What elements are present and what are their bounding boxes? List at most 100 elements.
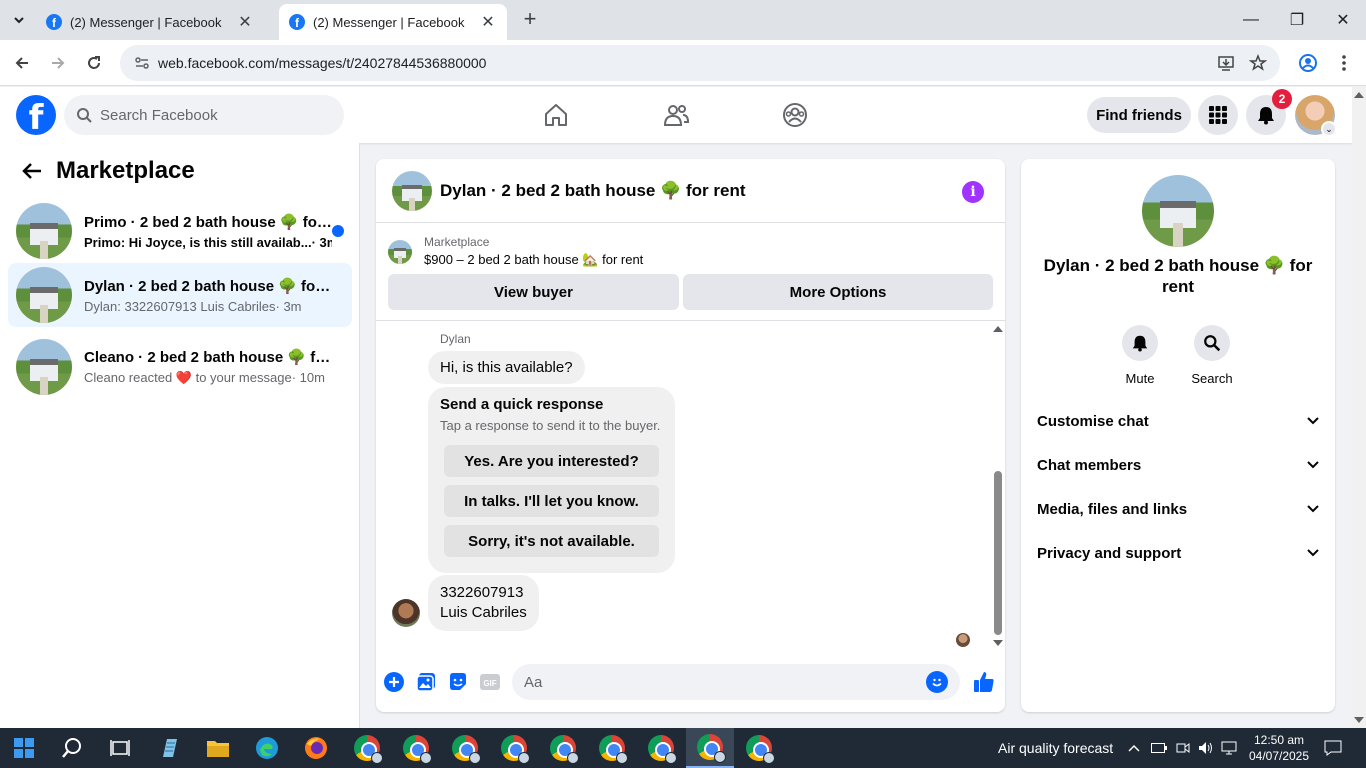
taskbar-app-notepad[interactable] bbox=[145, 728, 193, 768]
mute-action[interactable]: Mute bbox=[1110, 325, 1170, 386]
scroll-down-icon[interactable] bbox=[993, 640, 1003, 646]
message-input-box[interactable] bbox=[512, 664, 960, 700]
reload-button[interactable] bbox=[82, 51, 106, 75]
gif-icon[interactable]: GIF bbox=[479, 671, 501, 693]
facebook-search-input[interactable] bbox=[100, 106, 320, 124]
browser-tab[interactable]: f (2) Messenger | Facebook ✕ bbox=[36, 4, 264, 40]
home-icon bbox=[545, 104, 567, 126]
search-action[interactable]: Search bbox=[1182, 325, 1242, 386]
profile-button[interactable] bbox=[1296, 51, 1320, 75]
menu-button[interactable] bbox=[1198, 95, 1238, 135]
windows-logo-icon bbox=[14, 738, 34, 758]
sender-avatar[interactable] bbox=[392, 599, 420, 627]
listing-detail: $900 – 2 bed 2 bath house 🏡 for rent bbox=[424, 252, 644, 267]
weather-widget[interactable]: Air quality forecast bbox=[998, 740, 1113, 756]
forward-button[interactable] bbox=[46, 51, 70, 75]
notification-center-icon[interactable] bbox=[1322, 740, 1344, 756]
quick-response-option[interactable]: In talks. I'll let you know. bbox=[444, 485, 659, 517]
network-icon[interactable] bbox=[1220, 740, 1238, 756]
message-composer: GIF bbox=[376, 659, 1005, 707]
message-scrollbar[interactable] bbox=[990, 321, 1005, 651]
view-buyer-button[interactable]: View buyer bbox=[388, 274, 679, 310]
photo-icon[interactable] bbox=[415, 671, 437, 693]
quick-response-option[interactable]: Yes. Are you interested? bbox=[444, 445, 659, 477]
taskbar-app-chrome[interactable] bbox=[441, 728, 489, 768]
close-tab-icon[interactable]: ✕ bbox=[236, 13, 254, 31]
install-app-button[interactable] bbox=[1214, 51, 1238, 75]
start-button[interactable] bbox=[0, 728, 48, 768]
chat-members-section[interactable]: Chat members bbox=[1029, 443, 1327, 487]
back-button[interactable] bbox=[10, 51, 34, 75]
taskbar-app-file-explorer[interactable] bbox=[194, 728, 242, 768]
close-tab-icon[interactable]: ✕ bbox=[479, 13, 497, 31]
chrome-icon bbox=[746, 735, 775, 764]
taskbar-app-chrome[interactable] bbox=[490, 728, 538, 768]
taskbar-search-button[interactable] bbox=[48, 728, 96, 768]
star-icon bbox=[1249, 54, 1267, 71]
facebook-logo-icon[interactable]: f bbox=[16, 95, 56, 135]
conversation-item-dylan[interactable]: Dylan · 2 bed 2 bath house 🌳 for rent Dy… bbox=[8, 263, 352, 327]
scroll-up-icon[interactable] bbox=[1354, 92, 1364, 98]
bell-icon[interactable] bbox=[1122, 325, 1158, 361]
site-info-icon[interactable] bbox=[134, 55, 150, 71]
groups-nav-button[interactable] bbox=[779, 99, 811, 131]
media-files-links-section[interactable]: Media, files and links bbox=[1029, 487, 1327, 531]
account-avatar[interactable]: ⌄ bbox=[1295, 95, 1337, 137]
system-clock[interactable]: 12:50 am 04/07/2025 bbox=[1240, 732, 1318, 764]
back-arrow-button[interactable] bbox=[16, 155, 48, 187]
conversation-item-cleano[interactable]: Cleano · 2 bed 2 bath house 🌳 for rent C… bbox=[8, 335, 352, 399]
quick-response-option[interactable]: Sorry, it's not available. bbox=[444, 525, 659, 557]
chat-title[interactable]: Dylan · 2 bed 2 bath house 🌳 for rent bbox=[440, 181, 746, 201]
info-icon[interactable]: i bbox=[962, 181, 984, 203]
friends-nav-button[interactable] bbox=[660, 99, 692, 131]
taskbar-app-chrome[interactable] bbox=[637, 728, 685, 768]
taskbar-app-edge[interactable] bbox=[243, 728, 291, 768]
folder-icon bbox=[207, 741, 229, 757]
facebook-favicon-icon: f bbox=[46, 14, 62, 30]
like-icon[interactable] bbox=[972, 670, 996, 694]
conversation-name: Primo · 2 bed 2 bath house 🌳 for rent bbox=[84, 213, 332, 231]
search-icon[interactable] bbox=[1194, 325, 1230, 361]
chevron-up-icon[interactable] bbox=[1126, 740, 1142, 756]
tab-search-button[interactable] bbox=[6, 8, 32, 32]
mute-label: Mute bbox=[1125, 371, 1155, 386]
meet-now-icon[interactable] bbox=[1174, 740, 1192, 756]
bookmark-button[interactable] bbox=[1246, 51, 1270, 75]
volume-icon[interactable] bbox=[1196, 740, 1216, 756]
customise-chat-section[interactable]: Customise chat bbox=[1029, 399, 1327, 443]
sticker-icon[interactable] bbox=[447, 671, 469, 693]
page-scrollbar[interactable] bbox=[1352, 87, 1366, 728]
home-nav-button[interactable] bbox=[540, 99, 572, 131]
scroll-thumb[interactable] bbox=[994, 471, 1002, 635]
conversation-item-primo[interactable]: Primo · 2 bed 2 bath house 🌳 for rent Pr… bbox=[8, 199, 352, 263]
chat-listing-thumbnail[interactable] bbox=[392, 170, 432, 211]
scroll-up-icon[interactable] bbox=[993, 326, 1003, 332]
battery-icon[interactable] bbox=[1150, 740, 1168, 756]
taskbar-app-chrome-active[interactable] bbox=[686, 728, 734, 768]
taskbar-app-chrome[interactable] bbox=[343, 728, 391, 768]
find-friends-button[interactable]: Find friends bbox=[1087, 97, 1191, 133]
taskbar-app-firefox[interactable] bbox=[292, 728, 340, 768]
taskbar-app-chrome[interactable] bbox=[392, 728, 440, 768]
address-bar[interactable]: web.facebook.com/messages/t/240278445368… bbox=[120, 45, 1280, 81]
listing-thumbnail bbox=[16, 203, 72, 259]
new-tab-button[interactable]: + bbox=[518, 8, 542, 32]
conversation-snippet: Cleano reacted ❤️ to your message· 10m bbox=[84, 370, 325, 385]
task-view-button[interactable] bbox=[96, 728, 144, 768]
message-input[interactable] bbox=[524, 673, 904, 691]
taskbar-app-chrome[interactable] bbox=[539, 728, 587, 768]
facebook-search[interactable] bbox=[64, 95, 344, 135]
privacy-support-section[interactable]: Privacy and support bbox=[1029, 531, 1327, 575]
more-options-button[interactable]: More Options bbox=[683, 274, 993, 310]
browser-tab-active[interactable]: f (2) Messenger | Facebook ✕ bbox=[279, 4, 507, 40]
restore-button[interactable]: ❐ bbox=[1274, 0, 1320, 40]
plus-icon[interactable] bbox=[383, 671, 405, 693]
minimize-button[interactable]: — bbox=[1228, 0, 1274, 40]
details-listing-photo[interactable] bbox=[1142, 175, 1214, 247]
scroll-down-icon[interactable] bbox=[1354, 717, 1364, 723]
close-window-button[interactable]: ✕ bbox=[1320, 0, 1366, 40]
emoji-icon[interactable] bbox=[926, 671, 948, 693]
browser-menu-button[interactable] bbox=[1332, 51, 1356, 75]
taskbar-app-chrome[interactable] bbox=[588, 728, 636, 768]
taskbar-app-chrome[interactable] bbox=[735, 728, 783, 768]
